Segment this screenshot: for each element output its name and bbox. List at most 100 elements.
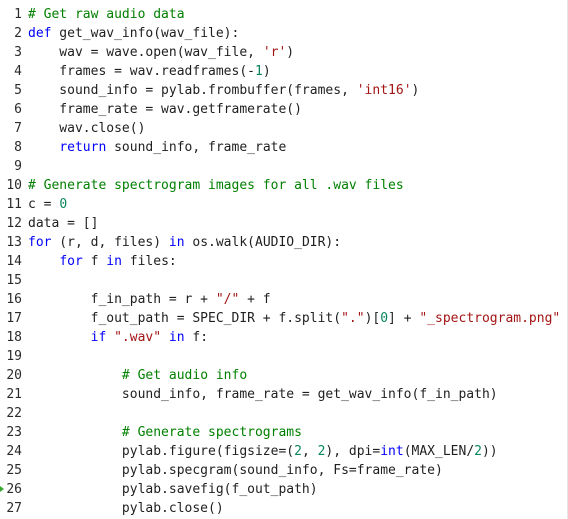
code-text[interactable]: # Generate spectrograms <box>28 423 302 442</box>
code-text[interactable]: pylab.savefig(f_out_path) <box>28 480 318 499</box>
code-text[interactable]: for (r, d, files) in os.walk(AUDIO_DIR): <box>28 233 341 252</box>
code-token: ) <box>286 45 295 60</box>
code-text[interactable]: f_out_path = SPEC_DIR + f.split(".")[0] … <box>28 309 561 328</box>
code-token: sound_info, frame_rate = get_wav_info(f_… <box>28 387 498 402</box>
code-line[interactable]: 2 def get_wav_info(wav_file): <box>0 24 567 43</box>
line-number: 4 <box>14 64 22 79</box>
code-token: wav = wave.open(wav_file, <box>28 45 263 60</box>
code-token: get_wav_info(wav_file): <box>51 26 240 41</box>
code-text[interactable]: data = [] <box>28 214 98 233</box>
code-token: pylab.specgram(sound_info, Fs=frame_rate… <box>28 463 443 478</box>
code-text[interactable]: frames = wav.readframes(-1) <box>28 62 270 81</box>
code-text[interactable]: f_in_path = r + "/" + f <box>28 290 271 309</box>
code-token: return <box>59 140 107 155</box>
code-token: )[ <box>364 311 381 326</box>
code-line[interactable]: 26 pylab.savefig(f_out_path) <box>0 480 567 499</box>
code-line[interactable]: 25 pylab.specgram(sound_info, Fs=frame_r… <box>0 461 567 480</box>
code-line[interactable]: 6 frame_rate = wav.getframerate() <box>0 100 567 119</box>
code-text[interactable]: c = 0 <box>28 195 67 214</box>
code-text[interactable]: wav = wave.open(wav_file, 'r') <box>28 43 294 62</box>
code-text[interactable]: sound_info = pylab.frombuffer(frames, 'i… <box>28 81 419 100</box>
code-line[interactable]: 12 data = [] <box>0 214 567 233</box>
code-token: frames = wav.readframes(- <box>28 64 255 79</box>
code-line[interactable]: 14 for f in files: <box>0 252 567 271</box>
line-number: 23 <box>6 425 22 440</box>
code-text[interactable]: for f in files: <box>28 252 177 271</box>
code-line[interactable]: 21 sound_info, frame_rate = get_wav_info… <box>0 385 567 404</box>
code-text[interactable]: pylab.close() <box>28 499 224 518</box>
code-line[interactable]: 13 for (r, d, files) in os.walk(AUDIO_DIR… <box>0 233 567 252</box>
line-number: 8 <box>14 140 22 155</box>
code-line[interactable]: 17 f_out_path = SPEC_DIR + f.split(".")[… <box>0 309 567 328</box>
code-text[interactable]: # Get audio info <box>28 366 247 385</box>
code-line[interactable]: 11 c = 0 <box>0 195 567 214</box>
code-line[interactable]: 7 wav.close() <box>0 119 567 138</box>
code-line[interactable]: 18 if ".wav" in f: <box>0 328 567 347</box>
code-token: (r, d, files) <box>51 235 169 250</box>
code-token: , <box>301 444 318 459</box>
code-token: os.walk(AUDIO_DIR): <box>184 235 342 250</box>
code-text[interactable]: # Generate spectrogram images for all .w… <box>28 176 404 195</box>
code-text[interactable]: pylab.specgram(sound_info, Fs=frame_rate… <box>28 461 443 480</box>
code-line[interactable]: 10 # Generate spectrogram images for all … <box>0 176 567 195</box>
code-line[interactable]: 22 <box>0 404 567 423</box>
code-token: 0 <box>380 311 389 326</box>
line-number: 18 <box>6 330 22 345</box>
code-text[interactable]: sound_info, frame_rate = get_wav_info(f_… <box>28 385 498 404</box>
code-token: )) <box>481 444 498 459</box>
code-token: # Get audio info <box>121 368 248 383</box>
code-token: ".wav" <box>114 330 162 345</box>
code-lines: 1 # Get raw audio data 2 def get_wav_info(w… <box>0 5 567 518</box>
code-editor[interactable]: 1 # Get raw audio data 2 def get_wav_info(w… <box>0 0 568 519</box>
code-text[interactable]: def get_wav_info(wav_file): <box>28 24 239 43</box>
code-text[interactable]: if ".wav" in f: <box>28 328 208 347</box>
line-number: 20 <box>6 368 22 383</box>
line-number: 17 <box>6 311 22 326</box>
code-token: f_out_path = SPEC_DIR + f.split( <box>28 311 342 326</box>
code-token: frame_rate = wav.getframerate() <box>28 102 302 117</box>
code-text[interactable]: frame_rate = wav.getframerate() <box>28 100 302 119</box>
line-number: 5 <box>14 83 22 98</box>
code-line[interactable]: 15 <box>0 271 567 290</box>
code-line[interactable]: 27 pylab.close() <box>0 499 567 518</box>
code-line[interactable]: 16 f_in_path = r + "/" + f <box>0 290 567 309</box>
code-token: int <box>380 444 404 459</box>
code-text[interactable]: return sound_info, frame_rate <box>28 138 286 157</box>
code-token: sound_info, frame_rate <box>106 140 287 155</box>
code-token: data = [] <box>28 216 99 231</box>
code-token: in <box>106 254 122 269</box>
code-line[interactable]: 23 # Generate spectrograms <box>0 423 567 442</box>
line-number: 15 <box>6 273 22 288</box>
code-text[interactable]: pylab.figure(figsize=(2, 2), dpi=int(MAX… <box>28 442 498 461</box>
code-token: 'int16' <box>356 83 412 98</box>
line-number: 2 <box>14 26 22 41</box>
code-token: 2 <box>474 444 482 459</box>
code-text[interactable]: # Get raw audio data <box>28 5 185 24</box>
line-number: 11 <box>6 197 22 212</box>
code-line[interactable]: 5 sound_info = pylab.frombuffer(frames, … <box>0 81 567 100</box>
code-line[interactable]: 1 # Get raw audio data <box>0 5 567 24</box>
code-token: files: <box>121 254 177 269</box>
code-line[interactable]: 3 wav = wave.open(wav_file, 'r') <box>0 43 567 62</box>
code-token: pylab.close() <box>28 501 224 516</box>
code-text[interactable]: wav.close() <box>28 119 145 138</box>
code-line[interactable]: 9 <box>0 157 567 176</box>
code-token: pylab.figure(figsize=( <box>28 444 295 459</box>
code-token: f_in_path = r + <box>28 292 216 307</box>
line-number: 26 <box>6 482 22 497</box>
code-line[interactable]: 8 return sound_info, frame_rate <box>0 138 567 157</box>
line-number: 6 <box>14 102 22 117</box>
line-number: 21 <box>6 387 22 402</box>
line-number: 24 <box>6 444 22 459</box>
code-line[interactable]: 24 pylab.figure(figsize=(2, 2), dpi=int(… <box>0 442 567 461</box>
code-token: "/" <box>215 292 240 307</box>
code-line[interactable]: 20 # Get audio info <box>0 366 567 385</box>
code-line[interactable]: 19 <box>0 347 567 366</box>
code-line[interactable]: 4 frames = wav.readframes(-1) <box>0 62 567 81</box>
